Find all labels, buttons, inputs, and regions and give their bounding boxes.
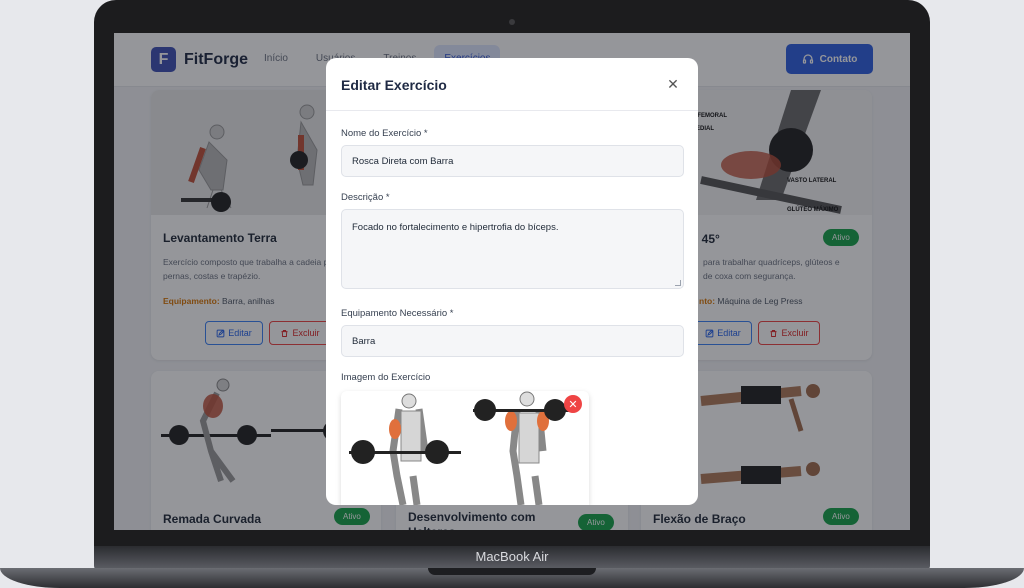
modal-title: Editar Exercício bbox=[341, 77, 447, 93]
laptop-notch bbox=[428, 568, 596, 575]
edit-exercise-modal: Editar Exercício ✕ Nome do Exercício * R… bbox=[326, 58, 698, 505]
resize-handle-icon[interactable] bbox=[675, 280, 681, 286]
description-textarea[interactable]: Focado no fortalecimento e hipertrofia d… bbox=[341, 209, 684, 289]
camera-icon bbox=[509, 19, 515, 25]
description-value: Focado no fortalecimento e hipertrofia d… bbox=[352, 222, 559, 233]
description-label: Descrição * bbox=[341, 192, 390, 203]
remove-image-button[interactable]: ✕ bbox=[564, 395, 582, 413]
screen: F FitForge Início Usuários Treinos Exerc… bbox=[114, 33, 910, 530]
image-label: Imagem do Exercício bbox=[341, 372, 431, 383]
exercise-name-field[interactable]: Rosca Direta com Barra bbox=[341, 145, 684, 177]
name-label: Nome do Exercício * bbox=[341, 128, 428, 139]
equipment-label: Equipamento Necessário * bbox=[341, 308, 454, 319]
laptop-base: MacBook Air bbox=[0, 546, 1024, 588]
exercise-image-preview bbox=[341, 391, 589, 505]
equipment-field[interactable]: Barra bbox=[341, 325, 684, 357]
device-label: MacBook Air bbox=[475, 549, 549, 564]
close-icon[interactable]: ✕ bbox=[664, 75, 682, 93]
modal-header: Editar Exercício ✕ bbox=[326, 58, 698, 111]
